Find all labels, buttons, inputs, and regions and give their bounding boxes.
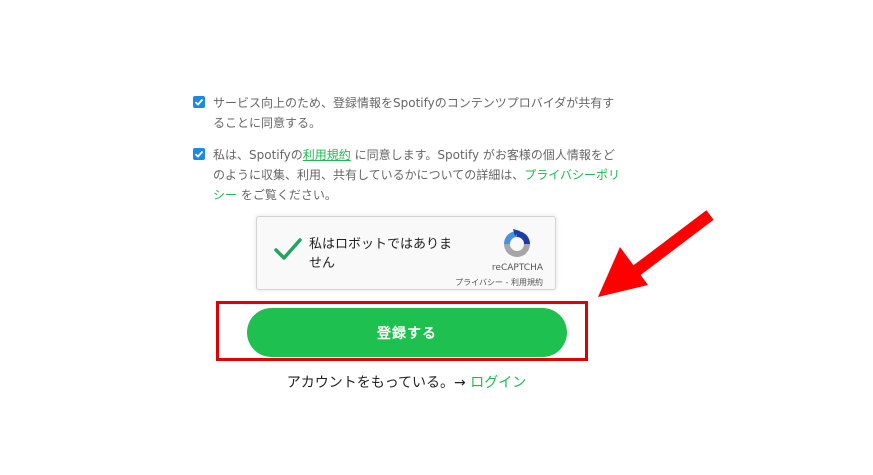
checkbox-check-icon [194,98,204,106]
red-arrow-icon [598,210,714,297]
consent-share-checkbox[interactable] [193,96,205,108]
recaptcha-label: 私はロボットではありません [309,237,453,271]
consent-terms-suffix: をご覧ください。 [237,188,337,202]
recaptcha-separator: - [503,278,511,287]
recaptcha-terms-link[interactable]: 利用規約 [511,278,543,287]
consent-terms-prefix: 私は、Spotifyの [213,148,303,162]
recaptcha-privacy-link[interactable]: プライバシー [455,278,503,287]
terms-of-use-link[interactable]: 利用規約 [303,148,351,162]
checkbox-check-icon [194,150,204,158]
consent-terms-checkbox[interactable] [193,148,205,160]
recaptcha-widget: 私はロボットではありません reCAPTCHA プライバシー - 利用規約 [256,216,556,290]
consent-share-text: サービス向上のため、登録情報をSpotifyのコンテンツプロバイダが共有すること… [213,96,615,130]
recaptcha-brand: reCAPTCHA [491,263,543,273]
recaptcha-terms: プライバシー - 利用規約 [455,277,543,288]
consent-share-provider: サービス向上のため、登録情報をSpotifyのコンテンツプロバイダが共有すること… [193,93,623,133]
recaptcha-logo-icon [504,229,530,257]
consent-terms-text: 私は、Spotifyの利用規約 に同意します。Spotify がお客様の個人情報… [213,145,623,205]
register-button[interactable]: 登録する [247,308,567,357]
consent-terms: 私は、Spotifyの利用規約 に同意します。Spotify がお客様の個人情報… [193,145,623,205]
check-icon[interactable] [273,235,303,263]
login-link[interactable]: ログイン [470,375,526,391]
login-prompt-text: アカウントをもっている。→ [286,375,471,391]
login-prompt: アカウントをもっている。→ ログイン [0,372,813,392]
